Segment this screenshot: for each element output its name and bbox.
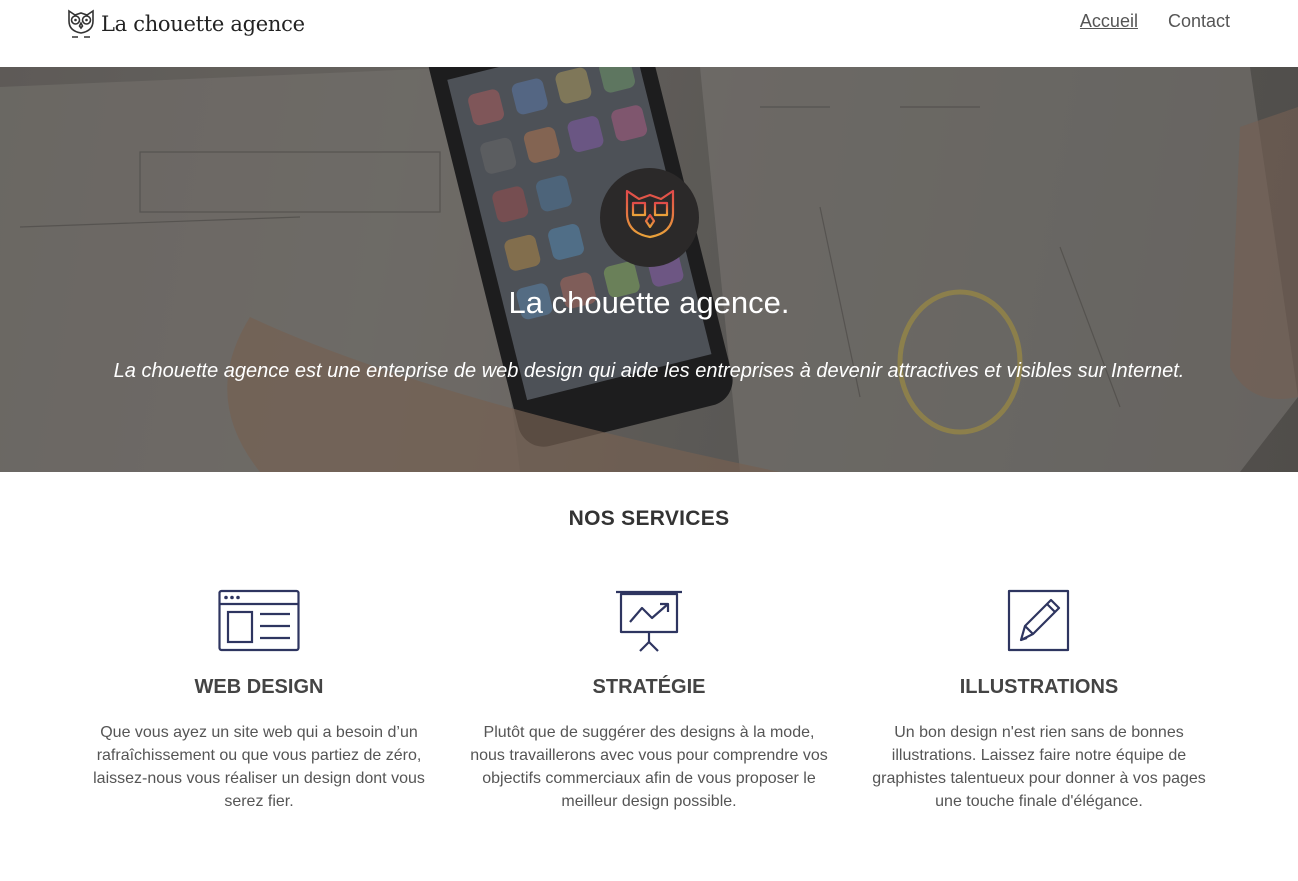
hero-owl-badge [600, 168, 699, 267]
brand-name: La chouette agence [101, 12, 305, 36]
services-title: NOS SERVICES [568, 507, 730, 530]
site-header: La chouette agence Accueil Contact [0, 0, 1298, 67]
hero-title: La chouette agence. [508, 285, 790, 320]
service-title: ILLUSTRATIONS [959, 676, 1119, 698]
presentation-chart-icon [616, 590, 682, 652]
nav-link-accueil[interactable]: Accueil [1080, 11, 1138, 32]
owl-logo-icon [68, 9, 94, 38]
hero-subtitle: La chouette agence est une enteprise de … [113, 360, 1185, 382]
service-text: Que vous ayez un site web qui a besoin d… [93, 724, 425, 810]
service-text: Un bon design n'est rien sans de bonnes … [872, 724, 1206, 810]
owl-geometric-icon [625, 189, 674, 246]
service-title: WEB DESIGN [194, 676, 324, 698]
service-title: STRATÉGIE [592, 676, 706, 698]
browser-window-icon [218, 589, 300, 652]
brand-logo[interactable]: La chouette agence [66, 7, 305, 41]
service-web-design: WEB DESIGN Que vous ayez un site web qui… [79, 588, 439, 813]
main-nav: Accueil Contact [1080, 11, 1230, 32]
service-illustrations: ILLUSTRATIONS Un bon design n'est rien s… [859, 588, 1219, 813]
service-text: Plutôt que de suggérer des designs à la … [470, 724, 828, 810]
nav-link-contact[interactable]: Contact [1168, 11, 1230, 32]
hero-overlay [0, 67, 1298, 472]
pencil-square-icon [1007, 589, 1070, 652]
hero-banner: La chouette agence. La chouette agence e… [0, 67, 1298, 472]
service-strategie: STRATÉGIE Plutôt que de suggérer des des… [469, 588, 829, 813]
